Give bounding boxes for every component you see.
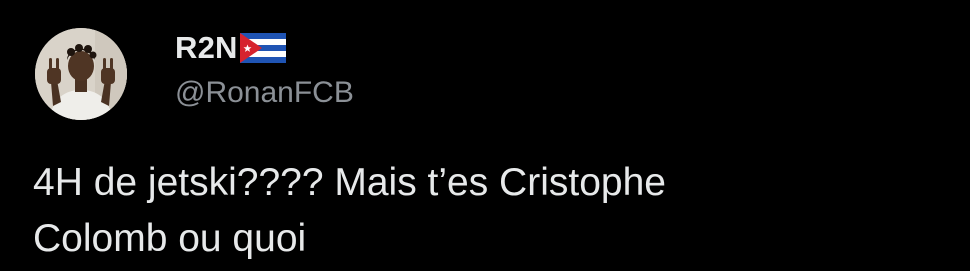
cuba-flag-icon (239, 33, 286, 63)
tweet-text-line-1: 4H de jetski???? Mais t’es Cristophe (33, 161, 666, 204)
tweet-card: R2N @RonanFCB 4H de jetski???? Mais t’es… (0, 0, 970, 271)
tweet-text: 4H de jetski???? Mais t’es Cristophe Col… (33, 155, 933, 267)
tweet-text-line-2: Colomb ou quoi (33, 217, 307, 260)
author-name-row[interactable]: R2N (175, 28, 286, 68)
avatar-photo-icon (35, 28, 127, 120)
author-avatar[interactable] (35, 28, 127, 120)
author-display-name[interactable]: R2N (175, 30, 238, 66)
author-handle[interactable]: @RonanFCB (175, 76, 354, 110)
